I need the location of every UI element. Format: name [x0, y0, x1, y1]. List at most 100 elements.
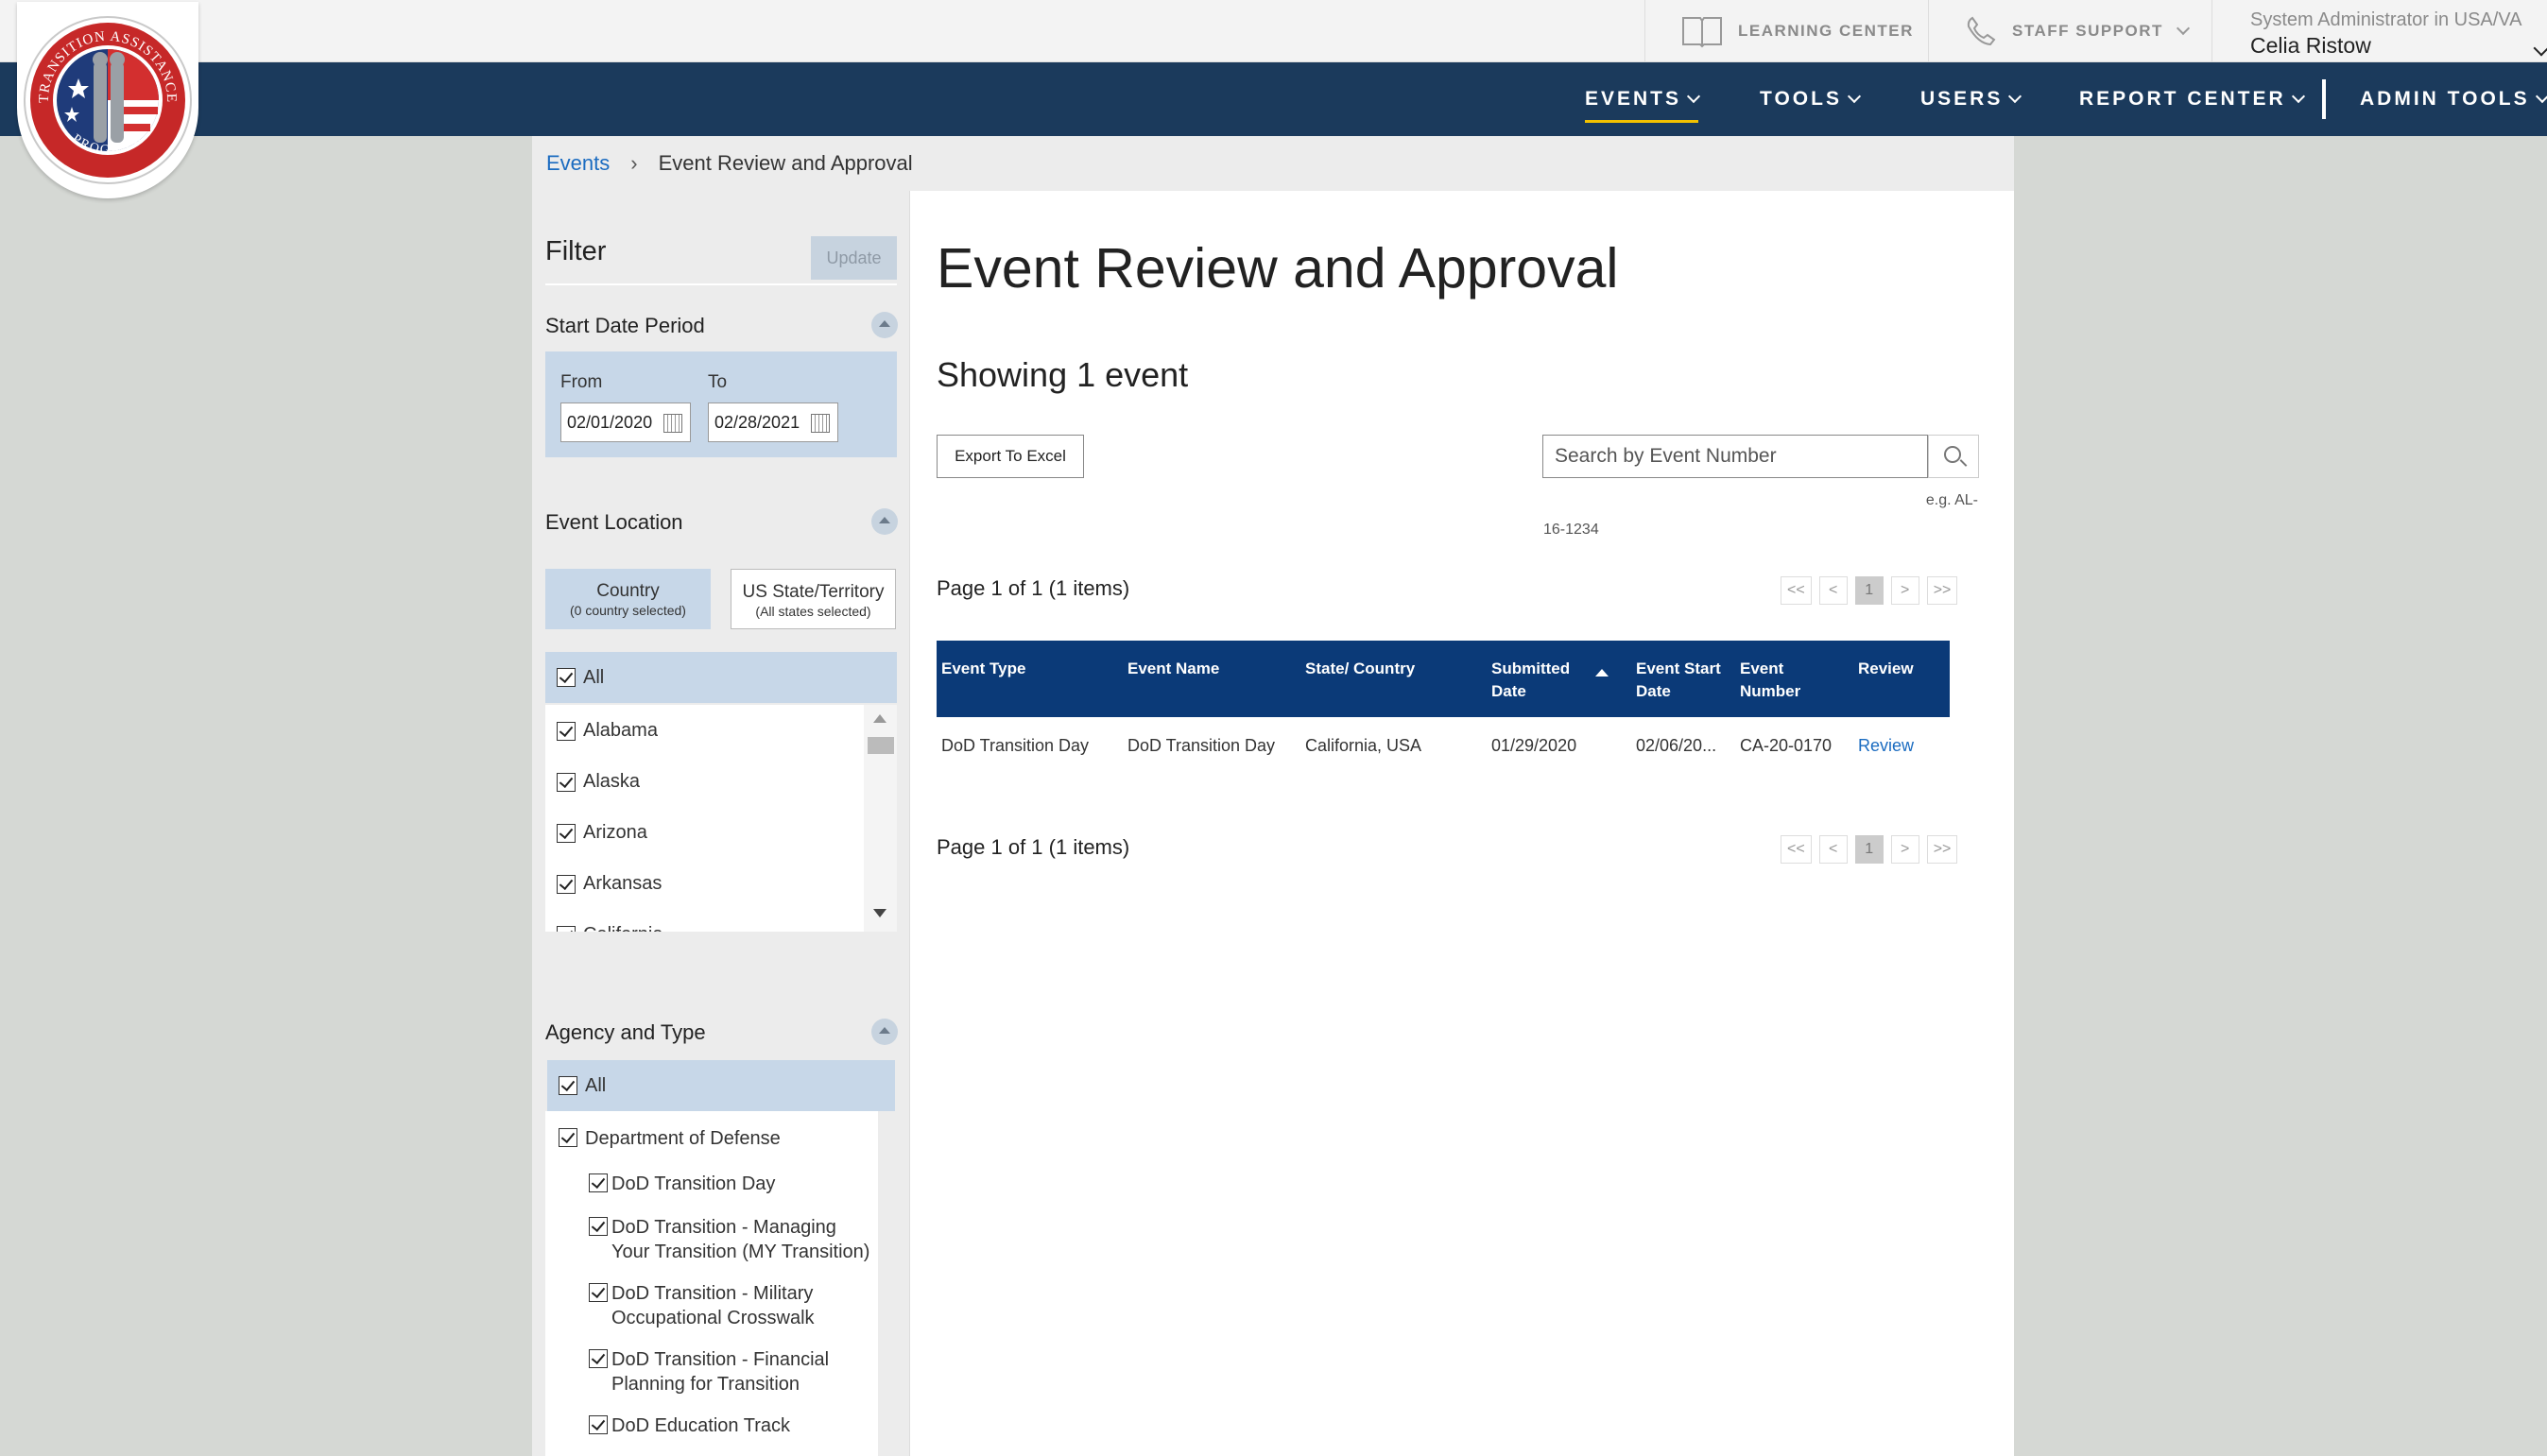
search-input[interactable] [1542, 435, 1928, 478]
checkbox-checked-icon[interactable] [589, 1173, 608, 1192]
col-event-type[interactable]: Event Type [941, 658, 1025, 680]
chevron-down-icon [2176, 21, 2190, 36]
pager-text-bottom: Page 1 of 1 (1 items) [937, 835, 1130, 859]
user-menu[interactable]: System Administrator in USA/VA Celia Ris… [2211, 0, 2547, 62]
location-all-checkbox[interactable]: All [545, 652, 897, 703]
staff-support-label: STAFF SUPPORT [2012, 22, 2163, 40]
col-event-number[interactable]: Event Number [1740, 658, 1816, 703]
search-hint: e.g. AL- 16-1234 [1543, 486, 1978, 544]
list-item[interactable]: DoD Transition - Managing Your Transitio… [589, 1215, 872, 1264]
update-button[interactable]: Update [811, 236, 897, 280]
breadcrumb-events-link[interactable]: Events [546, 151, 610, 176]
user-role: System Administrator in USA/VA [2250, 9, 2522, 30]
scroll-thumb[interactable] [868, 737, 894, 754]
state-label: California [583, 924, 663, 932]
breadcrumb: Events › Event Review and Approval [532, 136, 2014, 191]
location-all-label: All [583, 666, 605, 688]
agency-all-label: All [585, 1074, 607, 1096]
agency-type-label: DoD Transition Day [611, 1173, 776, 1194]
checkbox-checked-icon[interactable] [557, 823, 576, 843]
book-icon [1682, 17, 1722, 48]
sort-ascending-icon[interactable] [1595, 669, 1609, 677]
calendar-icon[interactable] [811, 414, 830, 433]
list-item[interactable]: DoD Transition - Financial Planning for … [589, 1347, 872, 1396]
agency-type-label: DoD Transition - Managing Your Transitio… [611, 1217, 870, 1262]
table-header: Event Type Event Name State/ Country Sub… [937, 641, 1950, 717]
collapse-up-icon[interactable] [871, 312, 898, 338]
breadcrumb-separator: › [630, 151, 638, 175]
checkbox-checked-icon[interactable] [557, 772, 576, 792]
staff-support-link[interactable]: STAFF SUPPORT [1928, 0, 2211, 62]
checkbox-checked-icon[interactable] [557, 721, 576, 741]
page-title: Event Review and Approval [937, 237, 1619, 300]
pager-text-top: Page 1 of 1 (1 items) [937, 576, 1130, 600]
state-list-scrollbar[interactable] [864, 705, 897, 932]
state-label: Alaska [583, 771, 641, 792]
learning-center-link[interactable]: LEARNING CENTER [1644, 0, 1928, 62]
nav-tools[interactable]: TOOLS [1760, 62, 1862, 136]
checkbox-checked-icon[interactable] [559, 1128, 577, 1147]
search-button[interactable] [1928, 435, 1979, 478]
col-state-country[interactable]: State/ Country [1305, 658, 1415, 680]
pager-prev[interactable]: < [1818, 576, 1848, 605]
search-icon [1944, 446, 1961, 463]
pager-next[interactable]: > [1890, 576, 1919, 605]
review-link[interactable]: Review [1858, 736, 1914, 756]
agency-type-title: Agency and Type [545, 1020, 706, 1044]
to-date-input[interactable]: 02/28/2021 [708, 403, 838, 442]
start-date-title: Start Date Period [545, 314, 705, 337]
list-item[interactable]: Department of Defense [559, 1126, 781, 1151]
pager-prev[interactable]: < [1818, 835, 1848, 864]
checkbox-checked-icon[interactable] [559, 1076, 577, 1095]
list-item[interactable]: DoD Transition Day [589, 1172, 872, 1196]
event-location-title: Event Location [545, 510, 683, 534]
pager-current[interactable]: 1 [1854, 576, 1884, 605]
checkbox-checked-icon[interactable] [589, 1283, 608, 1302]
chevron-down-icon [2535, 89, 2547, 104]
col-submitted-date[interactable]: Submitted Date [1491, 658, 1576, 703]
checkbox-checked-icon[interactable] [557, 668, 576, 687]
tap-logo[interactable]: TRANSITION ASSISTANCE PROGRAM [17, 2, 198, 198]
collapse-up-icon[interactable] [871, 508, 898, 535]
from-date-input[interactable]: 02/01/2020 [560, 403, 691, 442]
pager-next[interactable]: > [1890, 835, 1919, 864]
list-item[interactable]: DoD Transition - Military Occupational C… [589, 1281, 872, 1330]
col-event-name[interactable]: Event Name [1127, 658, 1219, 680]
filter-divider [545, 283, 897, 285]
list-item[interactable]: California [557, 924, 663, 932]
list-item[interactable]: Alaska [557, 771, 640, 793]
table-row: DoD Transition Day DoD Transition Day Ca… [937, 717, 1950, 774]
list-item[interactable]: Arizona [557, 822, 647, 844]
scroll-down-icon[interactable] [873, 909, 886, 917]
tab-country[interactable]: Country (0 country selected) [545, 569, 711, 629]
agency-all-checkbox[interactable]: All [547, 1060, 895, 1111]
calendar-icon[interactable] [663, 414, 682, 433]
col-event-start-date[interactable]: Event Start Date [1636, 658, 1721, 703]
utility-bar: LEARNING CENTER STAFF SUPPORT System Adm… [0, 0, 2547, 62]
pager-current[interactable]: 1 [1854, 835, 1884, 864]
list-item[interactable]: Alabama [557, 720, 658, 742]
pager-last[interactable]: >> [1926, 835, 1958, 864]
nav-report-center[interactable]: REPORT CENTER [2079, 62, 2305, 136]
nav-users[interactable]: USERS [1920, 62, 2022, 136]
nav-admin-tools[interactable]: ADMIN TOOLS [2360, 62, 2547, 136]
tab-us-state[interactable]: US State/Territory (All states selected) [731, 569, 896, 629]
list-item[interactable]: DoD Education Track [589, 1413, 872, 1438]
export-excel-button[interactable]: Export To Excel [937, 435, 1084, 478]
main-content: Event Review and Approval Showing 1 even… [910, 191, 2014, 1456]
date-range-box: From To 02/01/2020 02/28/2021 [545, 351, 897, 457]
collapse-up-icon[interactable] [871, 1019, 898, 1045]
checkbox-checked-icon[interactable] [589, 1415, 608, 1434]
pager-last[interactable]: >> [1926, 576, 1958, 605]
pager-first[interactable]: << [1781, 576, 1812, 605]
checkbox-checked-icon[interactable] [589, 1217, 608, 1236]
checkbox-checked-icon[interactable] [557, 874, 576, 894]
scroll-up-icon[interactable] [873, 714, 886, 723]
list-item[interactable]: Arkansas [557, 873, 662, 895]
filter-panel: Filter Update Start Date Period From To … [532, 191, 910, 1456]
nav-events[interactable]: EVENTS [1585, 62, 1701, 136]
pager-first[interactable]: << [1781, 835, 1812, 864]
checkbox-checked-icon[interactable] [557, 925, 576, 932]
search-hint-line2: 16-1234 [1543, 522, 1599, 538]
checkbox-checked-icon[interactable] [589, 1349, 608, 1368]
